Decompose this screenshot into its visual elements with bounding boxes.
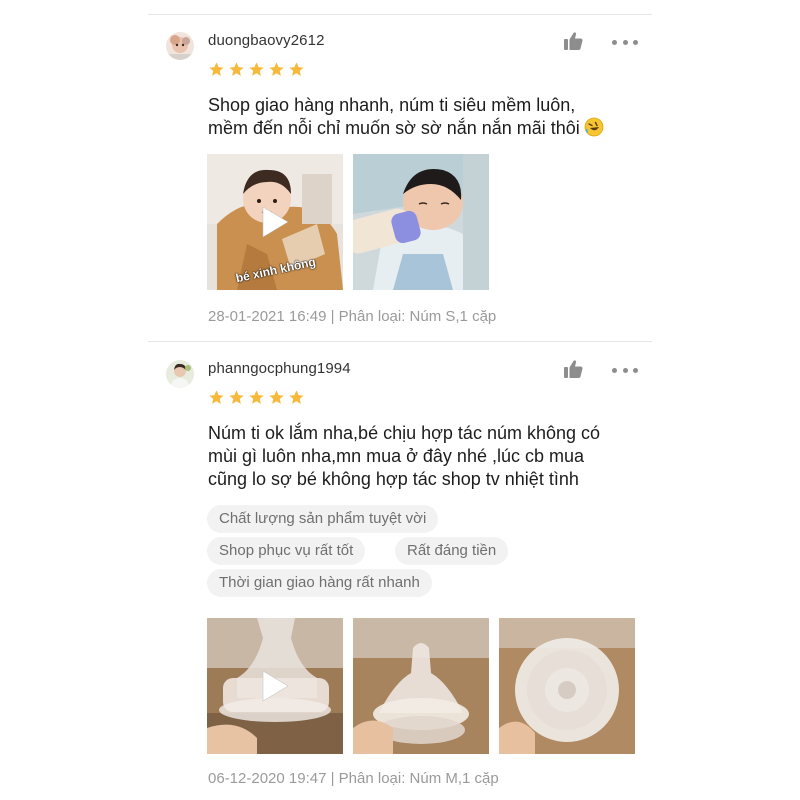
star-icon [249,62,264,76]
review-tag: Thời gian giao hàng rất nhanh [207,569,432,597]
comment-line: mềm đến nỗi chỉ muốn sờ sờ nắn nắn mãi t… [208,118,580,138]
play-icon[interactable] [260,669,290,703]
comment-line: cũng lo sợ bé không hợp tác shop tv nhiệ… [208,469,579,489]
username[interactable]: duongbaovy2612 [208,32,325,49]
star-icon [209,390,224,404]
review-comment: Núm ti ok lắm nha,bé chịu hợp tác núm kh… [208,422,648,491]
review-image-thumbnail[interactable] [353,618,489,754]
comment-line: mùi gì luôn nha,mn mua ở đây nhé ,lúc cb… [208,446,585,466]
review-comment: Shop giao hàng nhanh, núm ti siêu mềm lu… [208,94,648,140]
star-icon [249,390,264,404]
star-icon [269,390,284,404]
play-icon[interactable] [260,205,290,239]
review-tag: Rất đáng tiền [395,537,509,565]
review-image-thumbnail[interactable] [353,154,489,290]
rating-stars [208,389,305,406]
more-options-icon[interactable] [612,37,638,47]
review-card: phanngocphung1994 Núm ti ok lắm nha,bé c… [166,340,646,800]
review-tag: Shop phục vụ rất tốt [207,537,366,565]
comment-line-with-emoji: mềm đến nỗi chỉ muốn sờ sờ nắn nắn mãi t… [208,117,648,140]
avatar[interactable] [166,32,194,60]
review-image-thumbnail[interactable] [499,618,635,754]
rofl-emoji-icon [584,117,604,137]
review-card: duongbaovy2612 Shop giao hàng nhanh, núm… [166,0,646,340]
star-icon [229,390,244,404]
review-meta: 28-01-2021 16:49 | Phân loại: Núm S,1 cặ… [208,308,497,325]
review-video-thumbnail[interactable]: bé xinh không [207,154,343,290]
avatar[interactable] [166,360,194,388]
star-icon [209,62,224,76]
review-tag: Chất lượng sản phẩm tuyệt vời [207,505,439,533]
star-icon [229,62,244,76]
star-icon [269,62,284,76]
comment-line: Shop giao hàng nhanh, núm ti siêu mềm lu… [208,95,576,115]
review-meta: 06-12-2020 19:47 | Phân loại: Núm M,1 cặ… [208,770,499,787]
star-icon [289,62,304,76]
star-icon [289,390,304,404]
thumbs-up-icon[interactable] [562,358,584,380]
username[interactable]: phanngocphung1994 [208,360,351,377]
thumbs-up-icon[interactable] [562,30,584,52]
review-video-thumbnail[interactable] [207,618,343,754]
rating-stars [208,61,305,78]
comment-line: Núm ti ok lắm nha,bé chịu hợp tác núm kh… [208,423,601,443]
more-options-icon[interactable] [612,365,638,375]
